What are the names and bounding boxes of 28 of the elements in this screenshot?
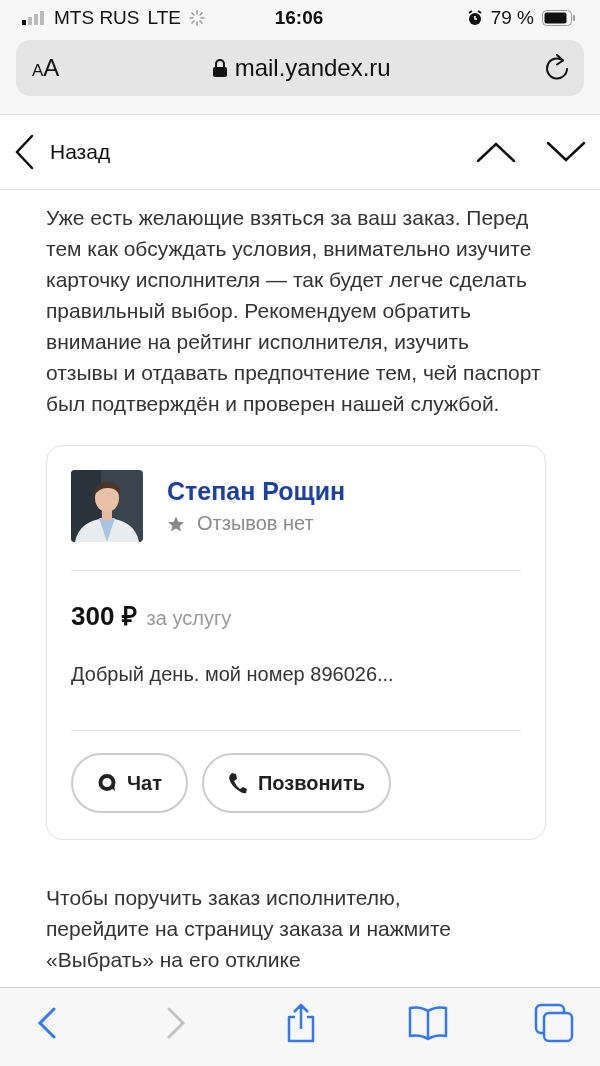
intro-paragraph: Уже есть желающие взяться за ваш заказ. Перед тем как обсуждать условия, внимательно изучите карточку исполнителя — так будет легче сделать правильный выбор. Рекомендуем обратить внимание на рейтинг исполнителя, изучить отзывы и отдавать предпочтение тем, чей паспорт был подтверждён и проверен нашей службой. [46,205,542,417]
reload-icon[interactable] [544,54,570,82]
text-size-button[interactable]: AA [32,54,60,82]
url-text: mail.yandex.ru [234,54,391,82]
chevron-left-icon [14,134,34,170]
alarm-icon [466,10,483,26]
reviews-text: Отзывов нет [197,512,314,535]
price-amount: 300 ₽ [71,600,137,633]
instruction-paragraph: Чтобы поручить заказ исполнителю, перейдите на страницу заказа и нажмите «Выбрать» на его отклике [46,885,452,973]
price-unit: за услугу [146,607,232,630]
back-button[interactable]: Назад [14,134,111,170]
signal-icon [22,11,46,25]
battery-percent: 79 % [490,7,534,29]
call-button[interactable]: Позвонить [202,753,391,813]
book-icon[interactable] [407,1003,448,1043]
phone-icon [228,772,248,794]
network-type: LTE [147,7,181,29]
lock-icon [212,59,227,77]
clock-time: 16:06 [274,7,324,29]
battery-icon [542,10,576,26]
tabs-icon[interactable] [534,1003,574,1043]
address-bar[interactable]: AA mail.yandex.ru [16,40,584,96]
carrier-name: MTS RUS [54,7,140,29]
performer-name[interactable]: Степан Рощин [167,477,346,506]
chat-icon [97,773,117,793]
chat-button[interactable]: Чат [71,753,188,813]
message-preview: Добрый день. мой номер 896026... [71,663,395,686]
loading-icon [188,10,205,26]
